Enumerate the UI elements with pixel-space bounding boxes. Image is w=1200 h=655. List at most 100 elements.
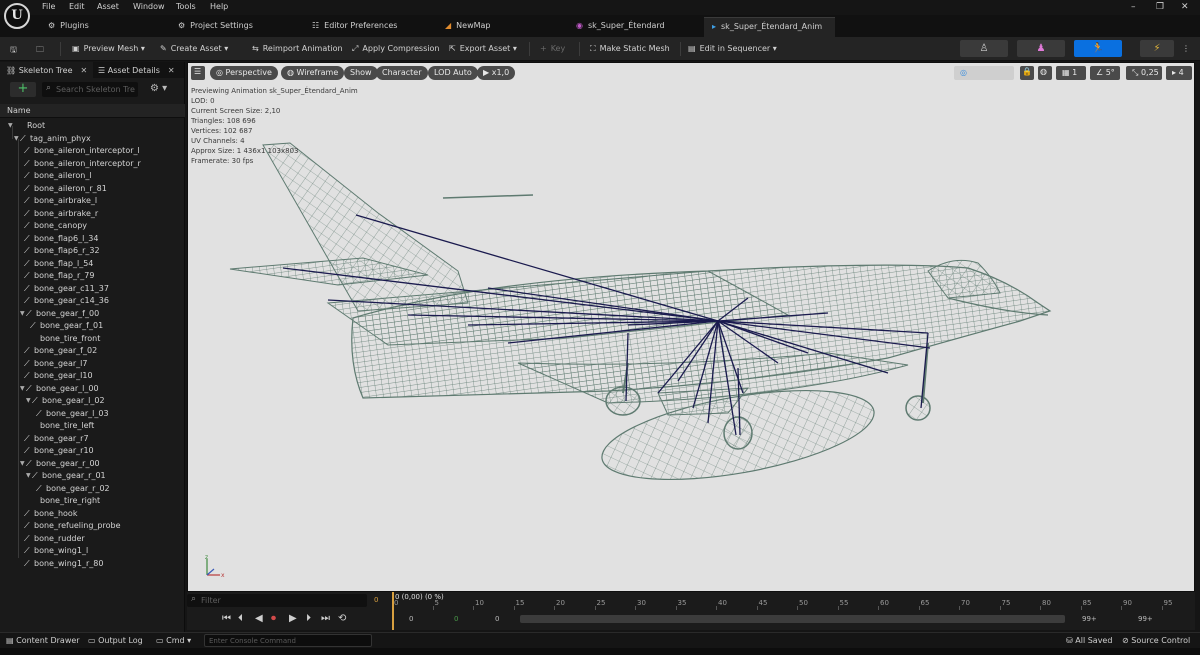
close-icon[interactable]: ✕ [81,66,88,75]
apply-compression-button[interactable]: ⤢ Apply Compression [352,41,439,57]
expand-arrow-icon[interactable]: ▼ [20,383,25,396]
menu-tools[interactable]: Tools [176,2,196,11]
all-saved-button[interactable]: ⛁ All Saved [1066,636,1112,645]
tree-row[interactable]: ⟋ bone_gear_c14_36 [0,295,185,308]
lock-icon[interactable]: 🔒 [1020,66,1034,80]
console-input[interactable] [205,635,365,646]
skip-to-end-icon[interactable]: ⏭ [321,613,330,624]
range-start[interactable]: 0 [409,615,413,623]
tree-row[interactable]: ⟋ bone_gear_l7 [0,358,185,371]
tab-plugins[interactable]: ⚙ Plugins [40,17,97,37]
expand-arrow-icon[interactable]: ▼ [26,395,31,408]
skeleton-mode-button[interactable]: ♙ [960,40,1008,57]
playback-speed-button[interactable]: ▶ x1,0 [477,66,516,80]
step-back-icon[interactable]: ⏴ [238,613,243,624]
tree-row[interactable]: ⟋ bone_flap_l_54 [0,258,185,271]
tree-row[interactable]: ⟋ bone_aileron_interceptor_l [0,145,185,158]
expand-arrow-icon[interactable]: ▼ [20,308,25,321]
tree-row[interactable]: ⟋ bone_flap6_l_34 [0,233,185,246]
export-asset-button[interactable]: ⇱ Export Asset ▾ [449,41,517,57]
expand-arrow-icon[interactable]: ▼ [26,470,31,483]
tree-row[interactable]: ⟋ bone_wing1_r_80 [0,558,185,571]
preview-viewport[interactable]: ☰ ◎ Perspective ◍ Wireframe Show Charact… [187,62,1195,592]
play-range-start[interactable]: 0 [454,615,458,623]
tree-row[interactable]: ⟋ bone_gear_r7 [0,433,185,446]
tree-row[interactable]: ⟋ bone_flap_r_79 [0,270,185,283]
make-static-mesh-button[interactable]: ⛶ Make Static Mesh [590,41,670,57]
grid-snap-button[interactable]: ▦ 1 [1056,66,1086,80]
add-socket-button[interactable]: + [10,82,36,97]
play-reverse-icon[interactable]: ◀ [255,613,263,624]
tree-row[interactable]: ⟋ bone_airbrake_l [0,195,185,208]
tree-row[interactable]: bone_tire_right [0,495,185,508]
gear-icon[interactable]: ⚙ ▾ [150,83,167,94]
tree-row[interactable]: ⟋ bone_aileron_interceptor_r [0,158,185,171]
output-log-button[interactable]: ▭ Output Log [88,636,143,645]
more-options-icon[interactable]: ⋮ [1182,41,1190,57]
tab-skeleton-tree[interactable]: ⛓ Skeleton Tree ✕ [0,62,94,78]
create-asset-button[interactable]: ✎ Create Asset ▾ [160,41,228,57]
tab-project-settings[interactable]: ⚙ Project Settings [170,17,261,37]
expand-arrow-icon[interactable]: ▼ [20,458,25,471]
menu-asset[interactable]: Asset [97,2,119,11]
tree-row[interactable]: ▼ ⟋ bone_gear_l_02 [0,395,185,408]
lod-button[interactable]: LOD Auto [428,66,478,80]
tree-row[interactable]: ⟋ bone_aileron_l [0,170,185,183]
wireframe-button[interactable]: ◍ Wireframe [281,66,345,80]
reimport-animation-button[interactable]: ⇆ Reimport Animation [252,41,343,57]
menu-window[interactable]: Window [133,2,165,11]
source-control-button[interactable]: ⊘ Source Control [1122,636,1190,645]
scale-snap-button[interactable]: ⤡ 0,25 [1126,66,1162,80]
tree-row[interactable]: ▼ ⟋ bone_gear_f_00 [0,308,185,321]
tree-row[interactable]: ⟋ bone_hook [0,508,185,521]
animation-mode-button[interactable]: 🏃 [1074,40,1122,57]
tree-row[interactable]: ⟋ bone_gear_f_01 [0,320,185,333]
tree-row[interactable]: bone_tire_front [0,333,185,346]
perspective-button[interactable]: ◎ Perspective [210,66,278,80]
tree-row[interactable]: ⟋ bone_rudder [0,533,185,546]
tree-row[interactable]: ⟋ bone_aileron_r_81 [0,183,185,196]
skip-to-start-icon[interactable]: ⏮ [222,613,231,624]
tab-newmap[interactable]: ◢ NewMap [437,17,499,37]
menu-help[interactable]: Help [210,2,228,11]
menu-file[interactable]: File [42,2,55,11]
view-range-start[interactable]: 0 [495,615,499,623]
viewport-menu-icon[interactable]: ☰ [191,66,205,80]
tree-row[interactable]: ⟋ bone_refueling_probe [0,520,185,533]
tree-row[interactable]: ▼ ⟋ bone_gear_r_00 [0,458,185,471]
content-drawer-button[interactable]: ▤ Content Drawer [6,636,80,645]
tree-row[interactable]: ⟋ bone_canopy [0,220,185,233]
tab-editor-preferences[interactable]: ☷ Editor Preferences [304,17,405,37]
timeline-scrubber[interactable] [520,615,1065,623]
cmd-button[interactable]: ▭ Cmd ▾ [156,636,191,645]
transform-tools[interactable]: ◎ [954,66,1014,80]
range-end[interactable]: 99+ [1138,615,1153,623]
tab-animation[interactable]: ▸ sk_Super_Étendard_Anim [704,17,835,37]
tree-row[interactable]: ⟋ bone_gear_l_03 [0,408,185,421]
browse-icon[interactable]: 🗀 [36,41,44,57]
record-icon[interactable]: ⏺ [271,613,276,624]
tree-row[interactable]: ⟋ bone_gear_f_02 [0,345,185,358]
tree-row[interactable]: ▼ ⟋ bone_gear_r_01 [0,470,185,483]
maximize-icon[interactable]: ❐ [1156,2,1164,12]
close-window-icon[interactable]: ✕ [1181,2,1189,12]
tab-skeleton[interactable]: ◉ sk_Super_Étendard [568,17,673,37]
tree-row[interactable]: ▼ Root [0,120,185,133]
tree-row[interactable]: ⟋ bone_flap6_r_32 [0,245,185,258]
rotation-snap-button[interactable]: ∠ 5° [1090,66,1120,80]
tree-row[interactable]: ⟋ bone_gear_l10 [0,370,185,383]
physics-mode-button[interactable]: ⚡ [1140,40,1174,57]
step-forward-icon[interactable]: ⏵ [306,613,311,624]
tree-row[interactable]: ▼ ⟋ tag_anim_phyx [0,133,185,146]
minimize-icon[interactable]: – [1131,2,1136,12]
menu-edit[interactable]: Edit [69,2,85,11]
loop-icon[interactable]: ⟲ [338,613,346,624]
search-input[interactable] [56,83,136,96]
close-icon[interactable]: ✕ [168,66,175,75]
tree-row[interactable]: bone_tire_left [0,420,185,433]
playhead[interactable] [392,592,394,630]
preview-mesh-button[interactable]: ▣ Preview Mesh ▾ [72,41,145,57]
tab-asset-details[interactable]: ☰ Asset Details ✕ [92,62,181,78]
view-range-end[interactable]: 99+ [1082,615,1097,623]
tree-row[interactable]: ⟋ bone_gear_r10 [0,445,185,458]
